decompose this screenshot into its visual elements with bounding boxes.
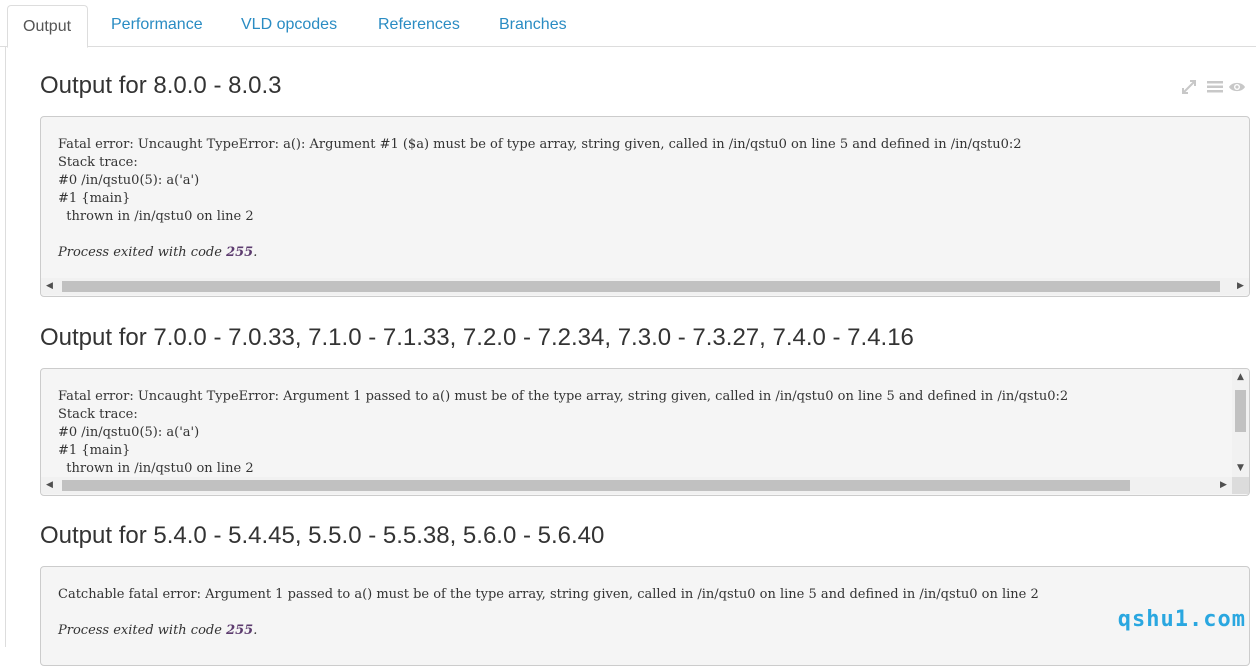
output-line: Fatal error: Uncaught TypeError: a(): Ar…: [58, 137, 1022, 152]
output-line: #0 /in/qstu0(5): a('a'): [58, 173, 200, 188]
section-title-8-0: Output for 8.0.0 - 8.0.3: [40, 72, 282, 99]
vertical-scrollbar[interactable]: ▲ ▼: [1232, 369, 1249, 477]
watermark: qshu1.com: [1117, 607, 1246, 632]
tab-branches[interactable]: Branches: [484, 5, 582, 47]
output-text-7-x: Fatal error: Uncaught TypeError: Argumen…: [58, 388, 1068, 478]
exit-status: Process exited with code 255.: [58, 245, 257, 260]
output-line: Stack trace:: [58, 155, 138, 170]
output-line: Fatal error: Uncaught TypeError: Argumen…: [58, 389, 1069, 404]
scrollbar-thumb[interactable]: [62, 281, 1220, 292]
output-line: Stack trace:: [58, 407, 138, 422]
output-toolbar: [1164, 78, 1246, 98]
tab-vld-opcodes[interactable]: VLD opcodes: [226, 5, 352, 47]
scroll-right-arrow-icon[interactable]: ▶: [1232, 278, 1249, 295]
exit-suffix: .: [253, 623, 258, 638]
output-box-7-x: Fatal error: Uncaught TypeError: Argumen…: [40, 368, 1250, 496]
scrollbar-thumb[interactable]: [1235, 390, 1246, 432]
exit-label: Process exited with code: [58, 623, 227, 638]
exit-suffix: .: [253, 245, 258, 260]
scrollbar-thumb[interactable]: [62, 480, 1130, 491]
output-line: #1 {main}: [58, 443, 131, 458]
output-box-5-x: Catchable fatal error: Argument 1 passed…: [40, 566, 1250, 666]
output-line: #0 /in/qstu0(5): a('a'): [58, 425, 200, 440]
exit-code: 255: [226, 623, 254, 638]
output-line: thrown in /in/qstu0 on line 2: [58, 209, 254, 224]
scroll-up-arrow-icon[interactable]: ▲: [1232, 369, 1249, 386]
scroll-left-arrow-icon[interactable]: ◀: [41, 477, 58, 494]
tab-output[interactable]: Output: [7, 5, 88, 48]
scrollbar-corner: [1232, 477, 1249, 494]
horizontal-scrollbar[interactable]: ◀ ▶: [41, 278, 1249, 295]
list-icon[interactable]: [1206, 78, 1224, 96]
scroll-down-arrow-icon[interactable]: ▼: [1232, 460, 1249, 477]
exit-label: Process exited with code: [58, 245, 227, 260]
expand-icon[interactable]: [1180, 78, 1198, 96]
output-line: Catchable fatal error: Argument 1 passed…: [58, 587, 1039, 602]
eye-icon[interactable]: [1228, 78, 1246, 96]
output-line: thrown in /in/qstu0 on line 2: [58, 461, 254, 476]
output-box-8-0: Fatal error: Uncaught TypeError: a(): Ar…: [40, 116, 1250, 297]
tab-bar: Output Performance VLD opcodes Reference…: [0, 0, 1256, 48]
output-text-8-0: Fatal error: Uncaught TypeError: a(): Ar…: [58, 136, 1022, 262]
scroll-left-arrow-icon[interactable]: ◀: [41, 278, 58, 295]
horizontal-scrollbar[interactable]: ◀ ▶: [41, 477, 1232, 494]
output-text-5-x: Catchable fatal error: Argument 1 passed…: [58, 586, 1039, 640]
scroll-right-arrow-icon[interactable]: ▶: [1215, 477, 1232, 494]
section-title-7-x: Output for 7.0.0 - 7.0.33, 7.1.0 - 7.1.3…: [40, 324, 914, 351]
section-title-5-x: Output for 5.4.0 - 5.4.45, 5.5.0 - 5.5.3…: [40, 522, 605, 549]
output-line: #1 {main}: [58, 191, 131, 206]
tab-performance[interactable]: Performance: [96, 5, 218, 47]
tab-references[interactable]: References: [363, 5, 475, 47]
exit-code: 255: [226, 245, 254, 260]
exit-status: Process exited with code 255.: [58, 623, 257, 638]
